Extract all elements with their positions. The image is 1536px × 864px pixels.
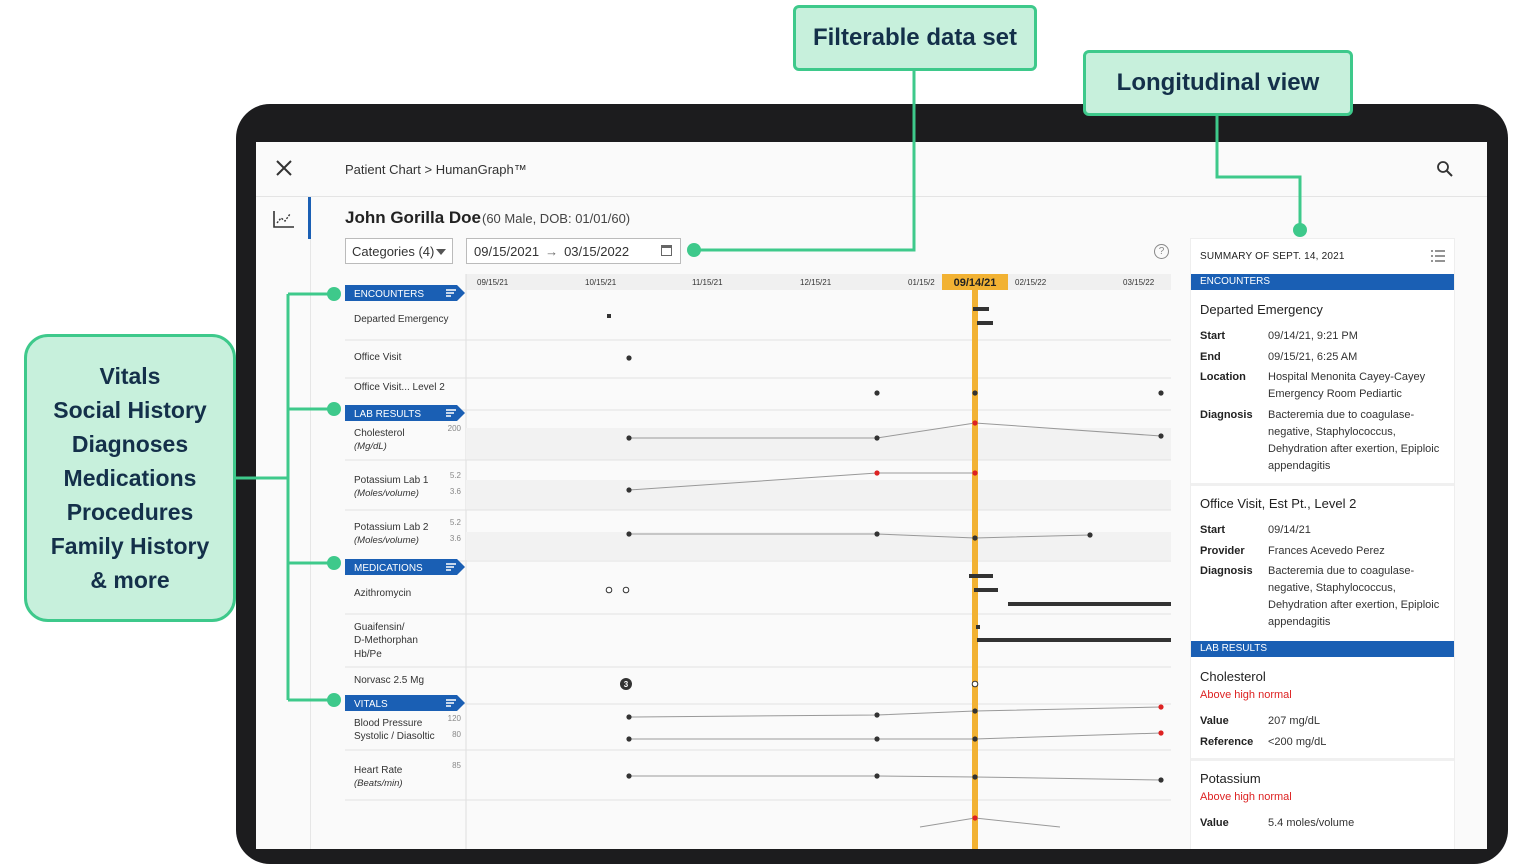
category-item: Vitals xyxy=(99,363,161,389)
callout-categories: Vitals Social History Diagnoses Medicati… xyxy=(24,334,236,622)
category-item: Diagnoses xyxy=(71,431,189,457)
category-item: Family History xyxy=(50,533,210,559)
category-item: Social History xyxy=(53,397,207,423)
category-item: Medications xyxy=(63,465,197,491)
callout-longitudinal: Longitudinal view xyxy=(1083,50,1353,116)
callout-filterable: Filterable data set xyxy=(793,5,1037,71)
category-item: Procedures xyxy=(66,499,194,525)
category-item: & more xyxy=(90,567,170,593)
